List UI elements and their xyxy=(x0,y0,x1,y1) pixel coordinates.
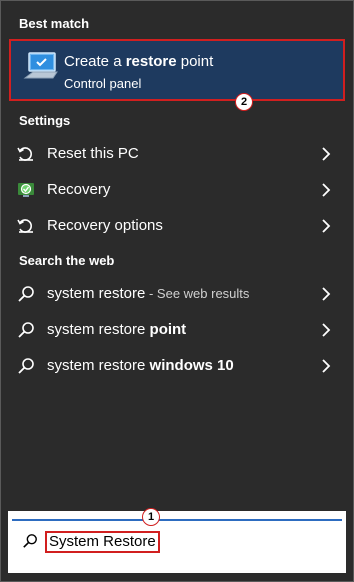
taskbar-search-box: System Restore xyxy=(8,511,346,573)
chevron-right-icon xyxy=(322,219,331,233)
search-input-value: System Restore xyxy=(45,531,160,553)
system-restore-icon xyxy=(23,52,58,79)
best-match-heading: Best match xyxy=(19,16,90,31)
chevron-right-icon xyxy=(322,147,331,161)
start-search-panel: Best match Create a restore point Contro… xyxy=(0,0,354,582)
search-icon xyxy=(18,286,34,302)
step-badge-2: 2 xyxy=(235,93,253,111)
web-result-label: system restore windows 10 xyxy=(47,357,234,374)
search-web-heading: Search the web xyxy=(19,253,115,268)
settings-item-label: Recovery options xyxy=(47,217,163,234)
settings-item-reset-this-pc[interactable]: Reset this PC xyxy=(9,137,345,171)
chevron-right-icon xyxy=(322,287,331,301)
settings-item-label: Recovery xyxy=(47,181,111,198)
search-icon xyxy=(23,534,37,548)
recovery-options-icon xyxy=(17,219,33,233)
search-icon xyxy=(18,322,34,338)
web-result-label: system restore - See web results xyxy=(47,285,250,302)
reset-pc-icon xyxy=(17,147,33,161)
web-result-system-restore-windows-10[interactable]: system restore windows 10 xyxy=(9,349,345,383)
search-input[interactable]: System Restore xyxy=(12,519,342,559)
settings-item-recovery[interactable]: Recovery xyxy=(9,173,345,207)
settings-heading: Settings xyxy=(19,113,71,128)
settings-item-recovery-options[interactable]: Recovery options xyxy=(9,209,345,243)
best-match-title: Create a restore point xyxy=(64,53,214,70)
best-match-subtitle: Control panel xyxy=(64,76,142,91)
web-result-label: system restore point xyxy=(47,321,187,338)
chevron-right-icon xyxy=(322,323,331,337)
web-result-system-restore-point[interactable]: system restore point xyxy=(9,313,345,347)
settings-item-label: Reset this PC xyxy=(47,145,139,162)
step-badge-1: 1 xyxy=(142,508,160,526)
chevron-right-icon xyxy=(322,183,331,197)
best-match-result[interactable]: Create a restore point Control panel xyxy=(9,39,345,101)
chevron-right-icon xyxy=(322,359,331,373)
search-icon xyxy=(18,358,34,374)
recovery-icon xyxy=(18,183,34,197)
web-result-system-restore[interactable]: system restore - See web results xyxy=(9,277,345,311)
